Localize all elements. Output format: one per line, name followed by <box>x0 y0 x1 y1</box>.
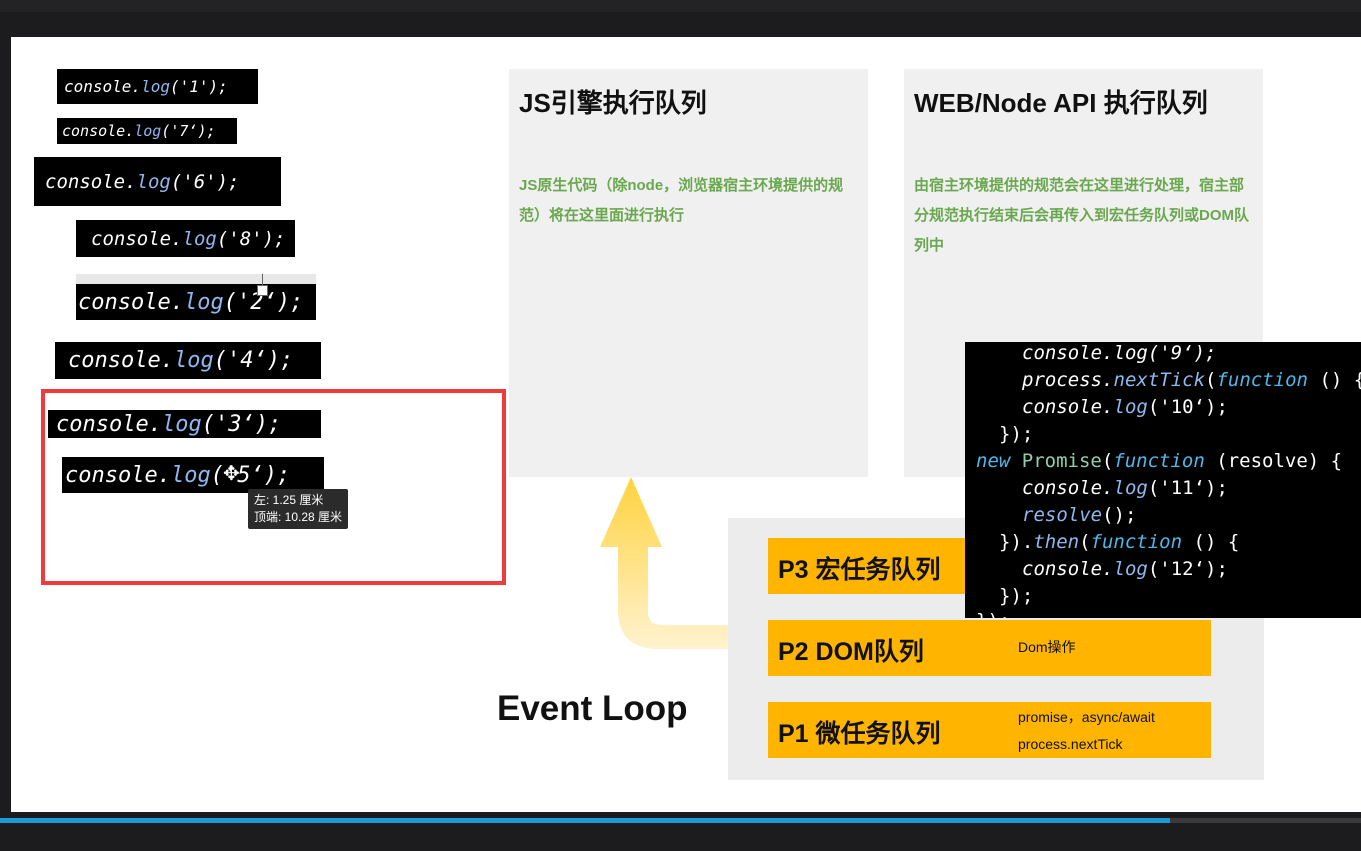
macrotask-queue-label: P3 宏任务队列 <box>778 556 941 584</box>
code-snippet-1: console. log ('1'); <box>57 69 258 104</box>
code-line: console.log('12‘); <box>1022 558 1228 580</box>
code-line: resolve(); <box>1022 504 1137 526</box>
code-line: console.log('9‘); <box>1022 342 1217 364</box>
code-snippet-7: console. log ('7‘); <box>57 118 237 144</box>
move-cursor-icon: ✥ <box>223 461 240 485</box>
microtask-queue-label: P1 微任务队列 <box>778 720 941 748</box>
resize-handle-line <box>262 274 263 285</box>
code-block: console.log('9‘); process.nextTick(funct… <box>965 342 1361 618</box>
code-line: }).then(function () { <box>999 531 1240 553</box>
presentation-slide: console. log ('1'); console. log ('7‘); cons… <box>11 37 1361 812</box>
js-panel-title: JS引擎执行队列 <box>519 88 707 118</box>
code-line: process.nextTick(function () { <box>1022 369 1361 391</box>
code-snippet-6: console. log ('6'); <box>34 157 281 206</box>
tooltip-left: 左: 1.25 厘米 <box>254 493 324 507</box>
loop-arrow-icon <box>600 477 736 649</box>
js-engine-panel: JS引擎执行队列 JS原生代码（除node，浏览器宿主环境提供的规范）将在这里面… <box>509 69 868 477</box>
code-snippet-3: console. log ('3‘); <box>48 410 321 438</box>
code-line: }); <box>976 608 1010 618</box>
resize-handle[interactable] <box>257 285 268 296</box>
web-panel-desc: 由宿主环境提供的规范会在这里进行处理，宿主部分规范执行结束后会再传入到宏任务队列… <box>914 177 1249 254</box>
microtask-queue: P1 微任务队列 promise，async/await process.nex… <box>768 702 1211 758</box>
code-line: new Promise(function (resolve) { <box>976 450 1343 472</box>
dom-queue-note: Dom操作 <box>1018 639 1076 655</box>
microtask-queue-note-1: promise，async/await <box>1018 709 1155 725</box>
code-line: }); <box>999 423 1034 445</box>
tooltip-top: 顶端: 10.28 厘米 <box>254 510 343 524</box>
js-panel-desc: JS原生代码（除node，浏览器宿主环境提供的规范）将在这里面进行执行 <box>519 177 844 224</box>
dom-queue: P2 DOM队列 Dom操作 <box>768 620 1211 676</box>
window-top-bar <box>0 0 1361 12</box>
progress-fill <box>0 818 1171 823</box>
position-tooltip: 左: 1.25 厘米 顶端: 10.28 厘米 <box>248 489 349 529</box>
code-line: console.log('11‘); <box>1022 477 1228 499</box>
code-line: console.log('10‘); <box>1022 396 1228 418</box>
web-panel-title: WEB/Node API 执行队列 <box>914 88 1208 118</box>
dom-queue-label: P2 DOM队列 <box>778 638 924 666</box>
microtask-queue-note-2: process.nextTick <box>1018 736 1123 752</box>
code-snippet-8: console. log ('8'); <box>76 220 295 257</box>
code-snippet-4: console. log ('4‘); <box>55 342 321 379</box>
code-snippet-5[interactable]: console. log ('5‘); <box>62 457 324 493</box>
code-snippet-2: console. log ('2‘); <box>76 274 316 320</box>
code-line: }); <box>999 585 1034 607</box>
event-loop-label: Event Loop <box>497 689 688 728</box>
